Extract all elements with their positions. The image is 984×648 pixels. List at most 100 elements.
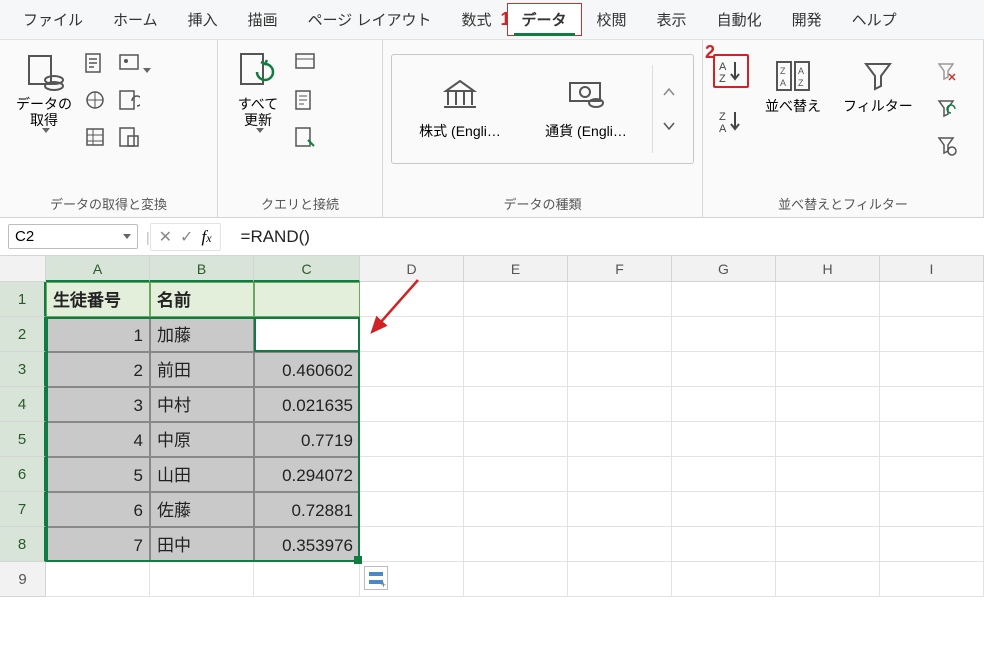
row-header[interactable]: 2	[0, 317, 46, 352]
get-data-button[interactable]: データの 取得	[10, 46, 78, 137]
from-table-button[interactable]	[84, 126, 106, 151]
cell[interactable]	[672, 317, 776, 352]
col-header-c[interactable]: C	[254, 256, 360, 282]
cell[interactable]	[568, 562, 672, 597]
tab-help[interactable]: ヘルプ	[837, 3, 912, 36]
formula-input[interactable]: =RAND()	[233, 223, 984, 251]
datatype-down-button[interactable]	[663, 118, 675, 134]
col-header-e[interactable]: E	[464, 256, 568, 282]
cell[interactable]	[254, 562, 360, 597]
cell[interactable]	[880, 387, 984, 422]
cell[interactable]	[776, 527, 880, 562]
cell[interactable]	[464, 457, 568, 492]
cell[interactable]: 中村	[150, 387, 254, 422]
refresh-all-button[interactable]: すべて 更新	[228, 46, 288, 137]
cell[interactable]: 5	[46, 457, 150, 492]
enter-formula-button[interactable]: ✓	[180, 227, 193, 247]
cell[interactable]	[464, 562, 568, 597]
cell[interactable]	[464, 422, 568, 457]
cell[interactable]	[464, 527, 568, 562]
paste-options-button[interactable]	[364, 566, 388, 590]
properties-button[interactable]	[294, 89, 316, 114]
cell[interactable]	[568, 422, 672, 457]
cell[interactable]	[360, 527, 464, 562]
cell[interactable]	[568, 282, 672, 317]
cell[interactable]	[568, 352, 672, 387]
cell[interactable]	[464, 492, 568, 527]
row-header[interactable]: 8	[0, 527, 46, 562]
col-header-i[interactable]: I	[880, 256, 984, 282]
cell[interactable]	[672, 422, 776, 457]
from-text-button[interactable]	[84, 52, 106, 77]
cell[interactable]	[46, 562, 150, 597]
cell[interactable]: 3	[46, 387, 150, 422]
cell[interactable]: 中原	[150, 422, 254, 457]
cell[interactable]: 4	[46, 422, 150, 457]
row-header[interactable]: 3	[0, 352, 46, 387]
cell[interactable]	[776, 457, 880, 492]
from-picture-button[interactable]	[118, 52, 151, 77]
clear-filter-button[interactable]	[935, 60, 957, 85]
cell[interactable]: 名前	[150, 282, 254, 317]
cell[interactable]: 0.021635	[254, 387, 360, 422]
cell[interactable]	[360, 457, 464, 492]
tab-formula[interactable]: 数式	[446, 3, 506, 36]
tab-draw[interactable]: 描画	[233, 3, 293, 36]
cell[interactable]	[568, 457, 672, 492]
cell[interactable]	[360, 317, 464, 352]
insert-function-button[interactable]: fx	[201, 227, 211, 247]
datatype-stocks-button[interactable]: 株式 (Engli…	[400, 77, 520, 141]
cell[interactable]: 0.72881	[254, 492, 360, 527]
cell[interactable]	[360, 492, 464, 527]
cell[interactable]: 田中	[150, 527, 254, 562]
col-header-a[interactable]: A	[46, 256, 150, 282]
cell[interactable]: 山田	[150, 457, 254, 492]
cell[interactable]	[568, 387, 672, 422]
edit-links-button[interactable]	[294, 126, 316, 151]
cell[interactable]: 1	[46, 317, 150, 352]
cell[interactable]	[776, 562, 880, 597]
cell[interactable]	[150, 562, 254, 597]
cell[interactable]	[880, 352, 984, 387]
col-header-f[interactable]: F	[568, 256, 672, 282]
cell[interactable]: 0.460602	[254, 352, 360, 387]
cell[interactable]	[568, 317, 672, 352]
cell[interactable]: 2	[46, 352, 150, 387]
cancel-formula-button[interactable]: ✕	[159, 227, 172, 247]
cell[interactable]	[360, 282, 464, 317]
cell[interactable]	[880, 282, 984, 317]
col-header-b[interactable]: B	[150, 256, 254, 282]
tab-review[interactable]: 校閲	[582, 3, 642, 36]
tab-view[interactable]: 表示	[642, 3, 702, 36]
cell[interactable]	[880, 317, 984, 352]
cell[interactable]	[776, 352, 880, 387]
row-header[interactable]: 6	[0, 457, 46, 492]
sort-button[interactable]: Z A A Z 並べ替え	[759, 54, 827, 118]
existing-conn-button[interactable]	[118, 126, 151, 151]
recent-sources-button[interactable]	[118, 89, 151, 114]
cell[interactable]	[880, 527, 984, 562]
col-header-h[interactable]: H	[776, 256, 880, 282]
cell[interactable]	[672, 562, 776, 597]
tab-insert[interactable]: 挿入	[173, 3, 233, 36]
cell[interactable]	[880, 562, 984, 597]
cell[interactable]	[360, 352, 464, 387]
cell[interactable]: 0.353976	[254, 527, 360, 562]
sort-asc-button[interactable]: A Z	[713, 54, 749, 88]
cell[interactable]	[776, 492, 880, 527]
cell[interactable]	[880, 457, 984, 492]
cell[interactable]	[880, 422, 984, 457]
cell[interactable]	[464, 317, 568, 352]
cell[interactable]	[464, 282, 568, 317]
cell[interactable]: 0.7719	[254, 422, 360, 457]
tab-home[interactable]: ホーム	[98, 3, 173, 36]
cell[interactable]	[776, 387, 880, 422]
cell[interactable]	[254, 282, 360, 317]
cell[interactable]: 0.619919	[254, 317, 360, 352]
row-header[interactable]: 7	[0, 492, 46, 527]
from-web-button[interactable]	[84, 89, 106, 114]
cell[interactable]: 7	[46, 527, 150, 562]
datatype-up-button[interactable]	[663, 84, 675, 100]
filter-button[interactable]: フィルター	[837, 54, 919, 118]
tab-layout[interactable]: ページ レイアウト	[293, 3, 447, 36]
